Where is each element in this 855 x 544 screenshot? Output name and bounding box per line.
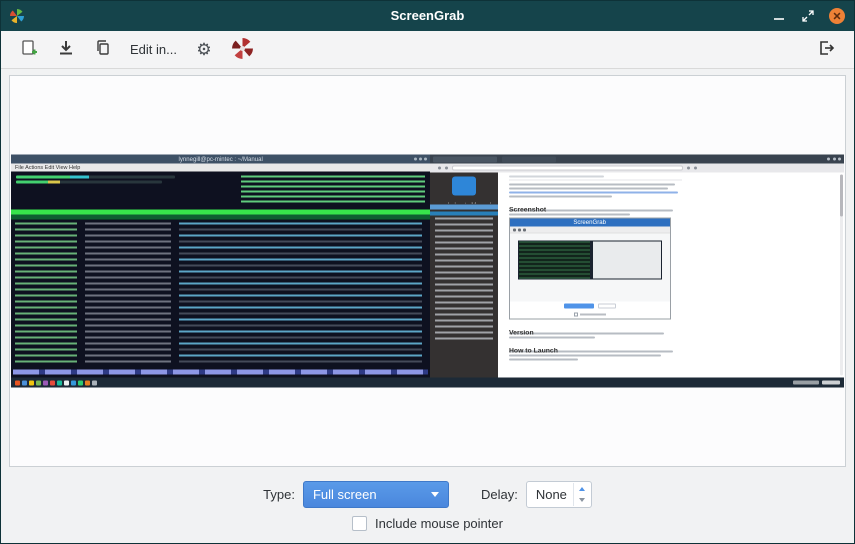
nested-window-titlebar: ScreenGrab: [510, 219, 670, 227]
document-new-icon: [20, 39, 38, 60]
docs-text-column: Screenshot ScreenGrab: [509, 176, 682, 363]
sidebar-active-item: [430, 212, 498, 216]
type-select-value: Full screen: [313, 487, 377, 502]
minimize-button[interactable]: [771, 8, 787, 24]
nested-screenshot-image: ScreenGrab: [509, 218, 671, 320]
save-button[interactable]: [50, 35, 82, 65]
sidebar-version-band: [430, 205, 498, 210]
htop-function-bar: [13, 370, 428, 375]
htop-cpu-meters: [16, 176, 175, 186]
heading-how-to-launch: How to Launch: [509, 347, 558, 354]
toolbar: Edit in... ⚙: [1, 31, 854, 69]
window-body: lynnegill@pc-mintec : ~/Manual File Acti…: [1, 69, 854, 543]
preview-frame: lynnegill@pc-mintec : ~/Manual File Acti…: [9, 75, 846, 467]
include-pointer-checkbox[interactable]: [352, 516, 367, 531]
settings-button[interactable]: ⚙: [188, 35, 220, 65]
preview-terminal-window: lynnegill@pc-mintec : ~/Manual File Acti…: [11, 155, 430, 378]
nested-toolbar: [510, 227, 670, 234]
edit-in-label: Edit in...: [130, 42, 177, 57]
spin-down-button[interactable]: [574, 495, 590, 507]
screengrab-logo-icon: [231, 37, 254, 63]
docs-content: Screenshot ScreenGrab: [498, 173, 844, 378]
browser-urlbar: [452, 166, 683, 171]
browser-navbar: [430, 164, 844, 173]
terminal-menu-text: File Actions Edit View Help: [15, 165, 80, 171]
about-button[interactable]: [225, 35, 260, 65]
preview-image: lynnegill@pc-mintec : ~/Manual File Acti…: [11, 155, 844, 388]
browser-body: Lubuntu Manual Screenshot: [430, 173, 844, 378]
heading-screenshot: Screenshot: [509, 206, 546, 213]
exit-icon: [817, 39, 835, 60]
terminal-content: [11, 172, 430, 378]
edit-in-button[interactable]: Edit in...: [124, 35, 183, 65]
type-label: Type:: [263, 487, 295, 502]
terminal-title-text: lynnegill@pc-mintec : ~/Manual: [178, 156, 262, 163]
browser-window-buttons: [827, 158, 841, 161]
nested-window-title: ScreenGrab: [574, 219, 607, 226]
save-icon: [57, 39, 75, 60]
terminal-window-buttons: [414, 158, 427, 161]
new-screenshot-button[interactable]: [13, 35, 45, 65]
screengrab-window: ScreenGrab: [0, 0, 855, 544]
heading-version: Version: [509, 329, 534, 336]
gear-icon: ⚙: [196, 41, 211, 58]
copy-icon: [94, 39, 112, 60]
window-title: ScreenGrab: [1, 1, 854, 31]
browser-scrollbar: [840, 175, 843, 376]
window-controls: [771, 1, 845, 31]
sidebar-title-text: Lubuntu Manual: [448, 202, 491, 203]
spin-up-button[interactable]: [574, 483, 590, 495]
spin-buttons: [573, 483, 590, 506]
terminal-titlebar: lynnegill@pc-mintec : ~/Manual: [11, 155, 430, 164]
preview-browser-window: Lubuntu Manual Screenshot: [430, 155, 844, 378]
chevron-down-icon: [431, 492, 439, 497]
htop-summary-lines: [241, 176, 425, 203]
htop-process-rows: [15, 223, 426, 367]
delay-label: Delay:: [481, 487, 518, 502]
sidebar-toc-lines: [435, 218, 493, 341]
sidebar-title: Lubuntu Manual: [430, 196, 498, 204]
capture-controls: Type: Full screen Delay: None Include mo…: [9, 467, 846, 543]
nested-checkbox-row: [510, 311, 670, 319]
maximize-button[interactable]: [800, 8, 816, 24]
copy-button[interactable]: [87, 35, 119, 65]
titlebar: ScreenGrab: [1, 1, 854, 31]
nested-controls: [510, 302, 670, 311]
include-pointer-label[interactable]: Include mouse pointer: [375, 516, 503, 531]
close-button[interactable]: [829, 8, 845, 24]
browser-tabbar: [430, 155, 844, 164]
terminal-menubar: File Actions Edit View Help: [11, 164, 430, 172]
preview-taskbar: [11, 378, 844, 388]
delay-spinbox[interactable]: None: [526, 481, 592, 508]
taskbar-tray-clock: [793, 381, 840, 385]
docs-sidebar: Lubuntu Manual: [430, 173, 498, 378]
quit-button[interactable]: [810, 35, 842, 65]
nested-preview-area: [510, 234, 670, 302]
htop-header-row: [11, 215, 430, 220]
lubuntu-logo: [452, 177, 476, 196]
nested-mini-desktop: [518, 240, 662, 279]
delay-value: None: [536, 487, 567, 502]
type-select[interactable]: Full screen: [303, 481, 449, 508]
